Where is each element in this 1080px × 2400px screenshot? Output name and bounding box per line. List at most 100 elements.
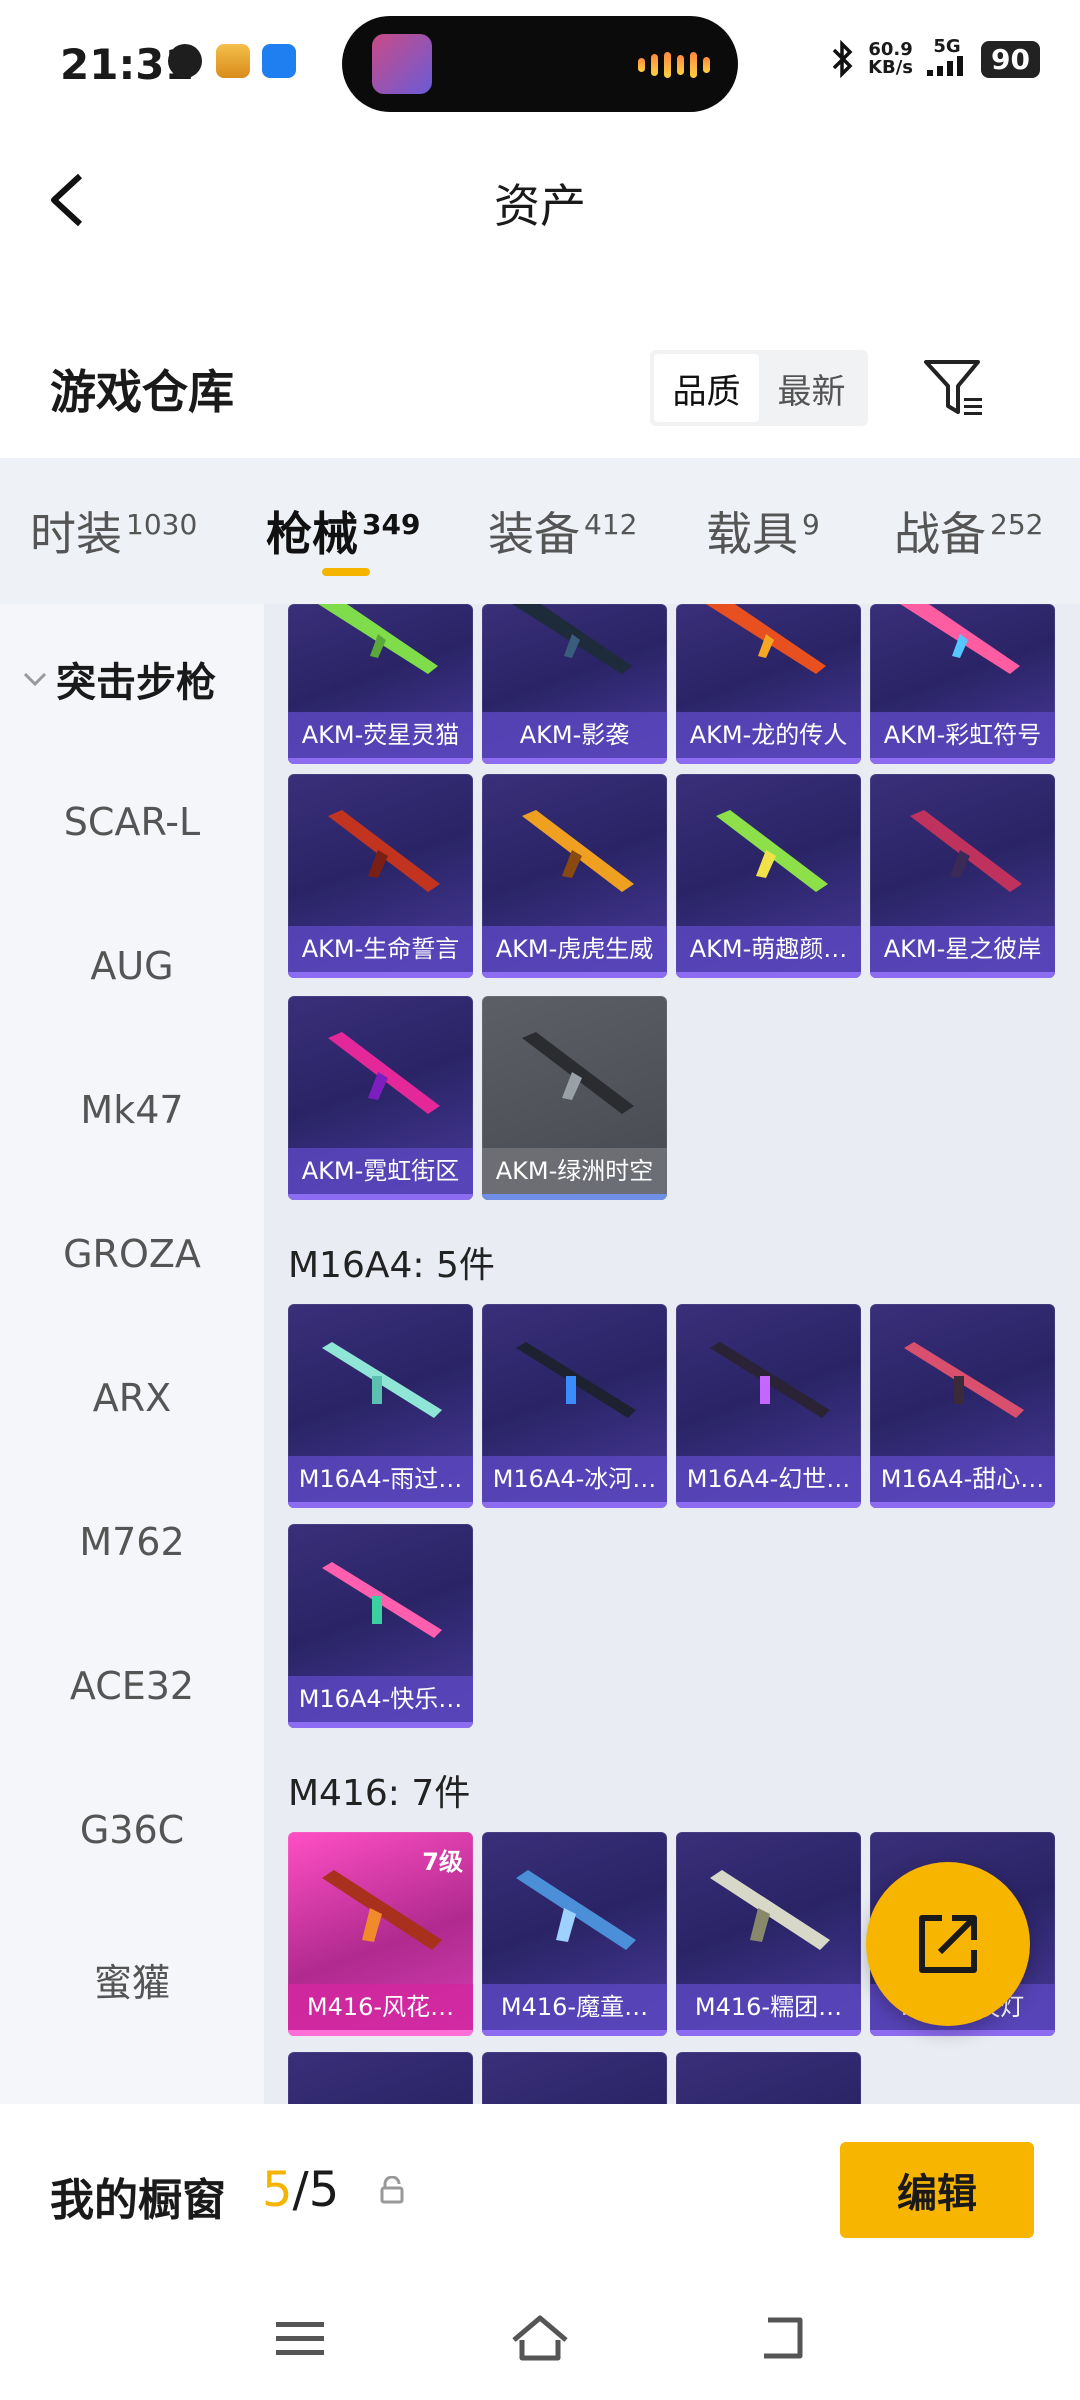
- card-underline: [676, 972, 861, 978]
- card-underline: [482, 2030, 667, 2036]
- card-underline: [870, 758, 1055, 764]
- rifle-icon: [716, 810, 828, 892]
- rifle-icon: [710, 1870, 830, 1950]
- item-card[interactable]: M16A4-冰河…: [482, 1304, 667, 1508]
- sidebar-item-mk47[interactable]: Mk47: [0, 1088, 264, 1132]
- card-underline: [482, 1194, 667, 1200]
- card-underline: [870, 2030, 1055, 2036]
- sidebar-item-arx[interactable]: ARX: [0, 1376, 264, 1420]
- rifle-icon: [328, 810, 440, 892]
- card-underline: [288, 758, 473, 764]
- bluetooth-icon: [832, 40, 853, 78]
- tab-equipment[interactable]: 装备 412: [488, 498, 637, 564]
- status-bar: 21:31 60.9 KB/s 5G 90: [0, 0, 1080, 130]
- item-card[interactable]: AKM-萌趣颜…: [676, 774, 861, 978]
- item-card[interactable]: M416-魔童…: [482, 1832, 667, 2036]
- item-card[interactable]: AKM-影袭: [482, 604, 667, 764]
- tab-vehicles[interactable]: 载具 9: [706, 498, 820, 564]
- tab-guns[interactable]: 枪械 349: [266, 498, 420, 564]
- battery-icon: 90: [981, 40, 1040, 78]
- sidebar-item-aug[interactable]: AUG: [0, 944, 264, 988]
- warehouse-title: 游戏仓库: [50, 365, 234, 419]
- signal-5g-icon: 5G: [925, 38, 969, 80]
- share-fab-button[interactable]: [866, 1862, 1030, 2026]
- item-card[interactable]: AKM-生命誓言: [288, 774, 473, 978]
- sidebar-category[interactable]: 突击步枪: [22, 650, 216, 708]
- rifle-icon: [522, 810, 634, 892]
- item-card[interactable]: M16A4-雨过…: [288, 1304, 473, 1508]
- sort-quality-button[interactable]: 品质: [654, 354, 759, 422]
- media-thumbnail: [372, 34, 432, 94]
- status-right: 60.9 KB/s 5G 90: [830, 38, 1040, 80]
- tab-supplies[interactable]: 战备 252: [894, 498, 1043, 564]
- back-nav-icon[interactable]: [752, 2310, 812, 2366]
- item-card[interactable]: [288, 2052, 473, 2104]
- item-card[interactable]: [676, 2052, 861, 2104]
- sidebar-item-honey-badger[interactable]: 蜜獾: [0, 1952, 264, 2007]
- item-card[interactable]: 7级 M416-风花…: [288, 1832, 473, 2036]
- item-card[interactable]: M16A4-幻世…: [676, 1304, 861, 1508]
- card-underline: [288, 2030, 473, 2036]
- sort-toggle: 品质 最新: [650, 350, 868, 426]
- share-external-icon: [919, 1915, 977, 1973]
- item-card[interactable]: AKM-龙的传人: [676, 604, 861, 764]
- rifle-icon: [322, 1562, 442, 1638]
- card-underline: [676, 1502, 861, 1508]
- card-underline: [288, 1722, 473, 1728]
- sidebar-item-g36c[interactable]: G36C: [0, 1808, 264, 1852]
- lock-icon: [380, 2176, 404, 2204]
- network-speed: 60.9 KB/s: [868, 39, 914, 78]
- item-card[interactable]: M16A4-快乐…: [288, 1524, 473, 1728]
- weapon-sidebar: 突击步枪 SCAR-L AUG Mk47 GROZA ARX M762 ACE3…: [0, 604, 264, 2104]
- item-card[interactable]: AKM-星之彼岸: [870, 774, 1055, 978]
- game-app-icon: [216, 44, 250, 78]
- sort-newest-button[interactable]: 最新: [759, 354, 864, 422]
- sidebar-item-groza[interactable]: GROZA: [0, 1232, 264, 1276]
- showcase-bar: 我的橱窗 5/5 编辑: [0, 2104, 1080, 2280]
- item-card[interactable]: AKM-彩虹符号: [870, 604, 1055, 764]
- rifle-icon: [322, 1342, 442, 1418]
- showcase-label: 我的橱窗: [50, 2175, 226, 2226]
- dynamic-island[interactable]: [342, 16, 738, 112]
- item-card[interactable]: [482, 2052, 667, 2104]
- card-underline: [676, 758, 861, 764]
- category-tabs: 时装 1030 枪械 349 装备 412 载具 9 战备 252: [0, 458, 1080, 604]
- rifle-icon: [710, 1342, 830, 1418]
- card-underline: [482, 972, 667, 978]
- item-card[interactable]: AKM-虎虎生威: [482, 774, 667, 978]
- sidebar-item-ace32[interactable]: ACE32: [0, 1664, 264, 1708]
- item-card[interactable]: AKM-荧星灵猫: [288, 604, 473, 764]
- nav-bar: 资产: [0, 130, 1080, 270]
- rifle-icon: [910, 810, 1022, 892]
- item-card[interactable]: AKM-霓虹街区: [288, 996, 473, 1200]
- rifle-icon: [512, 604, 632, 674]
- card-underline: [482, 758, 667, 764]
- card-underline: [288, 1502, 473, 1508]
- showcase-count: 5/5: [262, 2162, 340, 2218]
- item-card[interactable]: M416-糯团…: [676, 1832, 861, 2036]
- home-icon[interactable]: [508, 2310, 572, 2366]
- section-title-m416: M416: 7件: [288, 1773, 471, 1814]
- section-title-m16a4: M16A4: 5件: [288, 1245, 495, 1286]
- item-card[interactable]: AKM-绿洲时空: [482, 996, 667, 1200]
- app-notification-icon: [168, 44, 202, 78]
- hotspot-icon: [262, 44, 296, 78]
- item-card[interactable]: M16A4-甜心…: [870, 1304, 1055, 1508]
- rifle-icon: [706, 604, 826, 674]
- tab-indicator: [322, 568, 370, 576]
- card-underline: [288, 1194, 473, 1200]
- chevron-down-icon: [23, 672, 47, 687]
- rifle-icon: [522, 1032, 634, 1114]
- sidebar-item-scar-l[interactable]: SCAR-L: [0, 800, 264, 844]
- card-underline: [870, 1502, 1055, 1508]
- rifle-icon: [516, 1870, 636, 1950]
- filter-icon[interactable]: [920, 354, 988, 422]
- rifle-icon: [900, 604, 1020, 674]
- menu-icon[interactable]: [272, 2310, 328, 2366]
- sidebar-item-m762[interactable]: M762: [0, 1520, 264, 1564]
- rifle-icon: [318, 604, 438, 674]
- edit-button[interactable]: 编辑: [840, 2142, 1034, 2238]
- card-underline: [676, 2030, 861, 2036]
- tab-fashion[interactable]: 时装 1030: [30, 498, 197, 564]
- rifle-icon: [904, 1342, 1024, 1418]
